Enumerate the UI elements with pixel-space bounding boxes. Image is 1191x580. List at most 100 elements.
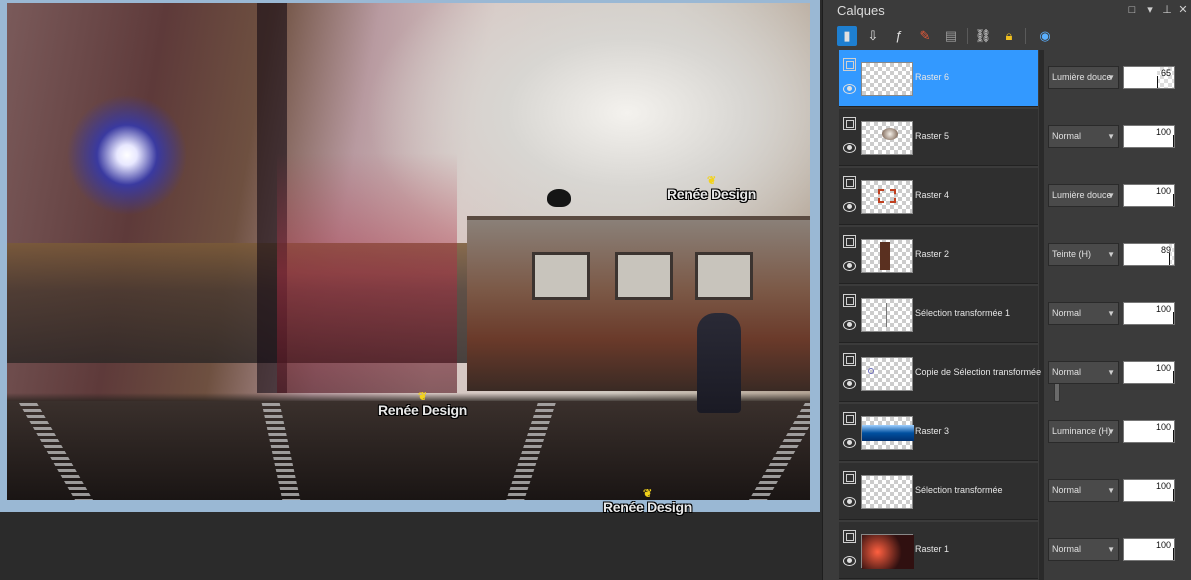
layer-row[interactable]: Copie de Sélection transformée Normal ▼ …: [839, 345, 1191, 404]
layer-row[interactable]: Sélection transformée Normal ▼ 100: [839, 463, 1191, 522]
train-window: [532, 252, 590, 300]
layer-name-cell[interactable]: Raster 5: [839, 109, 1038, 166]
opacity-slider[interactable]: 100: [1123, 479, 1175, 502]
blend-mode-select[interactable]: Normal ▼: [1048, 479, 1119, 502]
thumbnail-content: [880, 242, 890, 270]
lock-icon[interactable]: 🔒︎: [999, 26, 1019, 46]
layer-type-icon[interactable]: [843, 353, 856, 366]
chevron-down-icon: ▼: [1107, 132, 1115, 141]
chevron-down-icon: ▼: [1107, 486, 1115, 495]
close-icon[interactable]: ✕: [1176, 3, 1190, 17]
blend-mode-select[interactable]: Lumière douce ▼: [1048, 66, 1119, 89]
layer-icons: [843, 412, 857, 452]
layer-name-cell[interactable]: Raster 3: [839, 404, 1038, 461]
canvas-image[interactable]: ❦ Renée Design ❦ Renée Design: [7, 3, 810, 500]
layer-thumbnail: [861, 62, 913, 96]
opacity-slider[interactable]: 100: [1123, 538, 1175, 561]
layer-type-icon[interactable]: [843, 471, 856, 484]
pin-icon[interactable]: ⊥: [1160, 3, 1174, 17]
blend-mode-select[interactable]: Normal ▼: [1048, 302, 1119, 325]
opacity-slider[interactable]: 65: [1123, 66, 1175, 89]
new-adjustment-layer-icon[interactable]: ƒ: [889, 26, 909, 46]
layer-row[interactable]: Raster 3 Luminance (H) ▼ 100: [839, 404, 1191, 463]
thumbnail-content: [868, 368, 874, 374]
layer-name-cell[interactable]: Copie de Sélection transformée: [839, 345, 1041, 402]
edit-selection-icon[interactable]: ◉: [1035, 26, 1055, 46]
new-mask-layer-icon[interactable]: ✎: [915, 26, 935, 46]
opacity-value: 89: [1160, 245, 1171, 255]
layer-type-icon[interactable]: [843, 117, 856, 130]
blend-mode-select[interactable]: Lumière douce ▼: [1048, 184, 1119, 207]
layer-type-icon[interactable]: [843, 412, 856, 425]
blend-mode-select[interactable]: Normal ▼: [1048, 538, 1119, 561]
eye-icon[interactable]: [843, 497, 856, 507]
watermark: ❦ Renée Design: [667, 176, 756, 203]
layer-name-cell[interactable]: Sélection transformée: [839, 463, 1038, 520]
layer-name: Sélection transformée: [915, 485, 1003, 495]
layer-name: Raster 2: [915, 249, 950, 259]
layer-name-cell[interactable]: Raster 1: [839, 522, 1038, 579]
blend-mode-value: Luminance (H): [1052, 426, 1112, 436]
opacity-slider[interactable]: 100: [1123, 125, 1175, 148]
blend-mode-select[interactable]: Normal ▼: [1048, 361, 1119, 384]
blend-mode-value: Normal: [1052, 131, 1082, 141]
opacity-value: 100: [1155, 481, 1171, 491]
eye-icon[interactable]: [843, 143, 856, 153]
chevron-down-icon: ▼: [1107, 250, 1115, 259]
delete-layer-icon[interactable]: ▤: [941, 26, 961, 46]
butterfly-icon: ❦: [418, 391, 427, 403]
layer-name-cell[interactable]: Raster 2: [839, 227, 1038, 284]
train-window: [695, 252, 753, 300]
blend-mode-value: Normal: [1052, 485, 1082, 495]
opacity-slider[interactable]: 100: [1123, 302, 1175, 325]
opacity-slider[interactable]: 100: [1123, 420, 1175, 443]
layer-name-cell[interactable]: Raster 6: [839, 50, 1038, 107]
layer-type-icon[interactable]: [843, 235, 856, 248]
layer-row[interactable]: Raster 2 Teinte (H) ▼ 89: [839, 227, 1191, 286]
layer-type-icon[interactable]: [843, 530, 856, 543]
layer-thumbnail: [861, 475, 913, 509]
blend-mode-value: Normal: [1052, 308, 1082, 318]
layer-name-cell[interactable]: Raster 4: [839, 168, 1038, 225]
layer-row[interactable]: Raster 5 Normal ▼ 100: [839, 109, 1191, 168]
layer-type-icon[interactable]: [843, 176, 856, 189]
opacity-slider[interactable]: 100: [1123, 184, 1175, 207]
blend-mode-select[interactable]: Teinte (H) ▼: [1048, 243, 1119, 266]
layer-name: Raster 3: [915, 426, 950, 436]
blend-mode-select[interactable]: Normal ▼: [1048, 125, 1119, 148]
eye-icon[interactable]: [843, 556, 856, 566]
panel-titlebar: Calques □ ▾ ⊥ ✕: [823, 0, 1191, 22]
canvas-workspace: ❦ Renée Design ❦ Renée Design ❦ Renée De…: [0, 0, 822, 580]
opacity-value: 100: [1155, 422, 1171, 432]
layer-row[interactable]: Sélection transformée 1 Normal ▼ 100: [839, 286, 1191, 345]
chevron-down-icon: ▼: [1107, 368, 1115, 377]
layer-row[interactable]: Raster 4 Lumière douce ▼ 100: [839, 168, 1191, 227]
blend-mode-select[interactable]: Luminance (H) ▼: [1048, 420, 1119, 443]
layer-type-icon[interactable]: [843, 294, 856, 307]
blend-mode-value: Lumière douce: [1052, 190, 1112, 200]
layer-name-cell[interactable]: Sélection transformée 1: [839, 286, 1038, 343]
crow-figure: [547, 189, 571, 207]
new-raster-layer-icon[interactable]: ▮: [837, 26, 857, 46]
eye-icon[interactable]: [843, 202, 856, 212]
opacity-slider[interactable]: 89: [1123, 243, 1175, 266]
layer-thumbnail: [861, 357, 913, 391]
eye-icon[interactable]: [843, 261, 856, 271]
layer-row[interactable]: Raster 6 Lumière douce ▼ 65: [839, 50, 1191, 109]
layer-list: Raster 6 Lumière douce ▼ 65 Raster 5 Nor…: [839, 50, 1191, 580]
new-vector-layer-icon[interactable]: ⇩: [863, 26, 883, 46]
eye-icon[interactable]: [843, 438, 856, 448]
restore-icon[interactable]: □: [1125, 3, 1139, 17]
layer-row[interactable]: Raster 1 Normal ▼ 100: [839, 522, 1191, 580]
menu-dropdown-icon[interactable]: ▾: [1143, 3, 1157, 17]
watermark-text: Renée Design: [667, 186, 756, 202]
opacity-value: 65: [1160, 68, 1171, 78]
opacity-slider[interactable]: 100: [1123, 361, 1175, 384]
layer-type-icon[interactable]: [843, 58, 856, 71]
chevron-down-icon: ▼: [1107, 545, 1115, 554]
blend-mode-value: Normal: [1052, 544, 1082, 554]
eye-icon[interactable]: [843, 84, 856, 94]
eye-icon[interactable]: [843, 320, 856, 330]
link-icon[interactable]: ⛓: [973, 26, 993, 46]
eye-icon[interactable]: [843, 379, 856, 389]
